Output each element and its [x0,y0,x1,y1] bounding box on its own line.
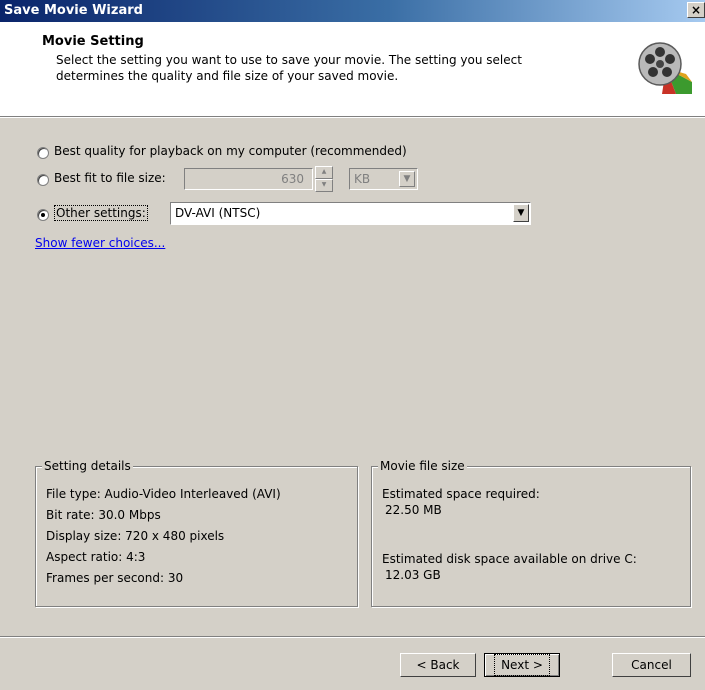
estimated-space-value: 22.50 MB [385,503,442,517]
size-unit-value: KB [354,172,371,186]
footer-divider-highlight [0,637,705,638]
close-icon: × [690,3,702,17]
stepper-down-icon[interactable]: ▼ [315,179,333,192]
file-size-value: 630 [281,172,304,186]
page-description: Select the setting you want to use to sa… [56,52,576,84]
show-fewer-choices-link[interactable]: Show fewer choices... [35,236,165,250]
best-quality-radio[interactable] [37,147,49,159]
other-settings-label-wrap[interactable]: Other settings: [54,205,148,221]
disk-space-value: 12.03 GB [385,568,441,582]
title-bar: Save Movie Wizard × [0,0,705,22]
movie-file-size-title: Movie file size [378,459,467,473]
film-reel-icon [638,42,692,94]
chevron-down-icon[interactable]: ▼ [513,204,529,222]
window-title: Save Movie Wizard [4,3,143,18]
file-size-input[interactable]: 630 [184,168,313,190]
back-button-label: < Back [416,658,460,672]
best-fit-label[interactable]: Best fit to file size: [54,171,166,185]
stepper-up-icon[interactable]: ▲ [315,166,333,179]
next-button-label: Next > [494,654,550,676]
other-settings-value: DV-AVI (NTSC) [175,206,261,220]
other-settings-radio[interactable] [37,209,49,221]
best-fit-radio[interactable] [37,174,49,186]
fps-text: Frames per second: 30 [46,571,184,585]
estimated-space-label: Estimated space required: [382,487,540,501]
next-button[interactable]: Next > [484,653,560,677]
best-quality-label[interactable]: Best quality for playback on my computer… [54,144,407,158]
cancel-button-label: Cancel [631,658,672,672]
wizard-header: Movie Setting Select the setting you wan… [0,22,705,116]
back-button[interactable]: < Back [400,653,476,677]
setting-details-title: Setting details [42,459,133,473]
display-size-text: Display size: 720 x 480 pixels [46,529,225,543]
file-type-text: File type: Audio-Video Interleaved (AVI) [46,487,281,501]
movie-file-size-group: Movie file size Estimated space required… [371,459,691,607]
size-unit-select[interactable]: KB ▼ [349,168,418,190]
header-divider-highlight [0,117,705,118]
setting-details-group: Setting details File type: Audio-Video I… [35,459,358,607]
description-line-1: Select the setting you want to use to sa… [56,53,522,67]
close-button[interactable]: × [687,2,705,18]
other-settings-label[interactable]: Other settings: [54,205,148,221]
cancel-button[interactable]: Cancel [612,653,691,677]
file-size-stepper[interactable]: ▲ ▼ [315,166,333,192]
size-unit-dropdown-icon[interactable]: ▼ [399,171,415,187]
bit-rate-text: Bit rate: 30.0 Mbps [46,508,161,522]
disk-space-label: Estimated disk space available on drive … [382,552,637,566]
other-settings-select[interactable]: DV-AVI (NTSC) ▼ [170,202,531,225]
aspect-ratio-text: Aspect ratio: 4:3 [46,550,146,564]
page-title: Movie Setting [42,34,144,49]
description-line-2: determines the quality and file size of … [56,69,399,83]
